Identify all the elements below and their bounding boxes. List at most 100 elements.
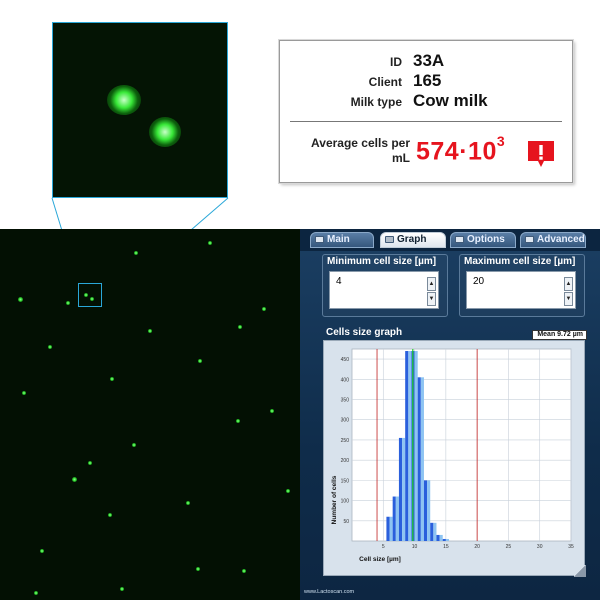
histogram-bar bbox=[402, 437, 406, 541]
zoomed-cell-image bbox=[52, 22, 228, 198]
plot-area bbox=[351, 348, 572, 542]
footer-link[interactable]: www.Lactoscan.com bbox=[304, 589, 354, 595]
histogram-bar bbox=[398, 437, 403, 541]
cell-blob bbox=[149, 117, 181, 147]
y-tick-label: 150 bbox=[341, 478, 350, 484]
cell-dot bbox=[148, 329, 152, 333]
histogram-bar bbox=[442, 538, 446, 541]
id-label: ID bbox=[390, 55, 402, 69]
cell-dot bbox=[198, 359, 202, 363]
y-tick-label: 100 bbox=[341, 499, 350, 505]
histogram-svg: 50 100 150 200 250 300 350 400 450 5 10 15 20 25 30 35 N… bbox=[331, 348, 574, 563]
microscope-field bbox=[0, 229, 300, 600]
x-tick-label: 30 bbox=[537, 544, 543, 550]
tab-graph-label: Graph bbox=[397, 234, 427, 245]
histogram-bar bbox=[445, 538, 449, 541]
histogram-bar bbox=[386, 516, 390, 541]
cell-dot bbox=[238, 325, 242, 329]
spin-down-button[interactable]: ▼ bbox=[564, 292, 573, 306]
histogram-bar bbox=[423, 480, 428, 541]
tab-main[interactable]: Main bbox=[310, 232, 374, 248]
spin-up-button[interactable]: ▲ bbox=[427, 277, 436, 291]
info-row-milk-type: Milk type Cow milk bbox=[280, 91, 572, 113]
window-icon bbox=[315, 236, 324, 243]
histogram-bar bbox=[408, 351, 412, 541]
average-cells-label-line2: mL bbox=[392, 151, 410, 165]
min-cell-size-value: 4 bbox=[336, 276, 342, 287]
x-tick-label: 15 bbox=[443, 544, 449, 550]
x-tick-label: 35 bbox=[568, 544, 574, 550]
histogram-bar bbox=[389, 516, 393, 541]
divider bbox=[290, 121, 562, 122]
cell-dot bbox=[88, 461, 92, 465]
histogram-bar bbox=[430, 522, 434, 541]
y-tick-label: 50 bbox=[343, 519, 349, 525]
cell-dot bbox=[120, 587, 124, 591]
tab-advanced[interactable]: Advanced bbox=[520, 232, 586, 248]
cell-dot bbox=[40, 549, 44, 553]
y-tick-label: 450 bbox=[341, 357, 350, 363]
histogram-bar bbox=[420, 377, 424, 541]
histogram-bar bbox=[392, 496, 396, 541]
x-tick-label: 20 bbox=[474, 544, 480, 550]
cell-dot bbox=[134, 251, 138, 255]
id-value: 33A bbox=[413, 51, 445, 70]
histogram-bar bbox=[417, 377, 421, 541]
info-row-client: Client 165 bbox=[280, 71, 572, 93]
tab-advanced-label: Advanced bbox=[537, 234, 585, 245]
tab-main-label: Main bbox=[327, 234, 350, 245]
max-cell-size-label: Maximum cell size [µm] bbox=[464, 256, 576, 267]
milk-type-value: Cow milk bbox=[413, 91, 488, 110]
sample-info-card: ID 33A Client 165 Milk type Cow milk Ave… bbox=[279, 40, 573, 183]
cell-size-histogram: 50 100 150 200 250 300 350 400 450 5 10 15 20 25 30 35 N… bbox=[323, 340, 585, 576]
tab-graph[interactable]: Graph bbox=[380, 232, 446, 248]
average-cells-mantissa: 574·10 bbox=[416, 137, 497, 166]
cell-dot bbox=[196, 567, 200, 571]
cell-dot bbox=[18, 297, 23, 302]
y-tick-label: 200 bbox=[341, 458, 350, 464]
y-tick-label: 400 bbox=[341, 377, 350, 383]
exclamation-alert-icon bbox=[528, 141, 554, 167]
histogram-bar bbox=[414, 351, 418, 541]
cell-dot bbox=[132, 443, 136, 447]
info-row-id: ID 33A bbox=[280, 51, 572, 73]
max-cell-size-value: 20 bbox=[473, 276, 485, 287]
tab-options[interactable]: Options bbox=[450, 232, 516, 248]
cell-dot bbox=[66, 301, 70, 305]
zoom-region-marker bbox=[78, 283, 102, 307]
average-cells-label-line1: Average cells per bbox=[311, 136, 410, 150]
cell-dot bbox=[262, 307, 266, 311]
cell-dot bbox=[270, 409, 274, 413]
cell-dot bbox=[108, 513, 112, 517]
cell-dot bbox=[22, 391, 26, 395]
histogram-bar bbox=[405, 351, 409, 541]
milk-type-label: Milk type bbox=[350, 95, 402, 109]
spin-up-button[interactable]: ▲ bbox=[564, 277, 573, 291]
max-cell-size-input[interactable]: 20 ▲ ▼ bbox=[466, 271, 576, 309]
cell-dot bbox=[48, 345, 52, 349]
spin-down-button[interactable]: ▼ bbox=[427, 292, 436, 306]
x-tick-label: 10 bbox=[412, 544, 418, 550]
y-tick-label: 350 bbox=[341, 398, 350, 404]
cell-dot bbox=[236, 419, 240, 423]
gear-icon bbox=[455, 236, 464, 243]
client-value: 165 bbox=[413, 71, 442, 90]
y-axis-label: Number of cells bbox=[331, 475, 338, 524]
x-tick-label: 5 bbox=[382, 544, 385, 550]
cell-blob bbox=[107, 85, 141, 115]
mean-badge: Mean 9.72 µm bbox=[532, 330, 587, 340]
cell-dot bbox=[186, 501, 190, 505]
x-tick-label: 25 bbox=[506, 544, 512, 550]
cell-dot bbox=[242, 569, 246, 573]
graph-title: Cells size graph bbox=[326, 327, 403, 338]
histogram-bar bbox=[439, 534, 443, 541]
histogram-bar bbox=[433, 522, 437, 541]
y-tick-label: 300 bbox=[341, 418, 350, 424]
min-cell-size-input[interactable]: 4 ▲ ▼ bbox=[329, 271, 439, 309]
y-tick-label: 250 bbox=[341, 438, 350, 444]
histogram-bar bbox=[427, 480, 431, 541]
cell-dot bbox=[110, 377, 114, 381]
average-cells-value: 574·103 bbox=[416, 133, 505, 166]
page-curl-decoration bbox=[574, 565, 586, 577]
lock-icon bbox=[525, 236, 534, 243]
